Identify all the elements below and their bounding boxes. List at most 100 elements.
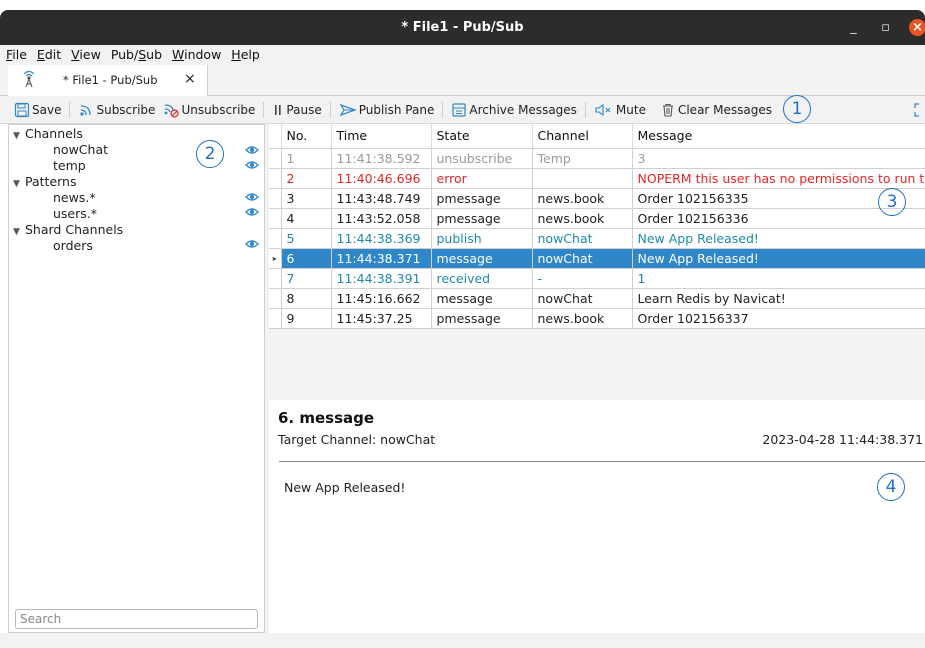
table-row-selected[interactable]: ▸ 6 11:44:38.371 message nowChat New App… <box>269 248 925 269</box>
tree-group-label: Shard Channels <box>25 222 124 237</box>
subscribe-icon <box>80 104 92 116</box>
menu-pubsub[interactable]: Pub/Sub <box>107 45 166 65</box>
column-header-state[interactable]: State <box>431 124 533 149</box>
unsubscribe-label: Unsubscribe <box>181 102 256 117</box>
table-row[interactable]: 3 11:43:48.749 pmessage news.book Order … <box>269 188 925 209</box>
send-icon <box>339 103 357 116</box>
column-header-time[interactable]: Time <box>331 124 432 149</box>
cell-time: 11:43:52.058 <box>331 208 432 229</box>
cell-channel: news.book <box>532 188 633 209</box>
row-marker <box>269 288 282 309</box>
archive-messages-label: Archive Messages <box>469 102 577 117</box>
tree-group-label: Channels <box>25 126 83 141</box>
column-header-message[interactable]: Message <box>632 124 925 149</box>
cell-message: 1 <box>632 268 925 289</box>
row-header-corner <box>269 124 282 149</box>
menu-window[interactable]: Window <box>168 45 225 65</box>
cell-no: 5 <box>281 228 332 249</box>
cell-no: 7 <box>281 268 332 289</box>
tree-item-orders[interactable]: orders <box>9 238 93 254</box>
unsubscribe-button[interactable]: Unsubscribe <box>159 99 259 121</box>
cell-time: 11:44:38.371 <box>331 248 432 269</box>
archive-icon <box>452 102 466 117</box>
maximize-icon[interactable]: ▫ <box>877 19 894 36</box>
document-tab-label: * File1 - Pub/Sub <box>63 73 158 87</box>
table-row[interactable]: 7 11:44:38.391 received - 1 <box>269 268 925 289</box>
menu-view-label: iew <box>79 47 101 62</box>
menu-help[interactable]: Help <box>227 45 264 65</box>
column-header-no[interactable]: No. <box>281 124 332 149</box>
table-row[interactable]: 2 11:40:46.696 error NOPERM this user ha… <box>269 168 925 189</box>
window-titlebar: * File1 - Pub/Sub _ ▫ × <box>0 10 925 45</box>
cell-channel: news.book <box>532 308 633 329</box>
menu-help-mnemonic: H <box>231 47 241 62</box>
cell-channel: nowChat <box>532 248 633 269</box>
clear-messages-button[interactable]: Clear Messages <box>656 99 776 121</box>
cell-time: 11:44:38.369 <box>331 228 432 249</box>
expand-corner-icon[interactable] <box>913 103 923 117</box>
minimize-icon[interactable]: _ <box>845 19 862 36</box>
archive-messages-button[interactable]: Archive Messages <box>447 99 581 121</box>
save-button[interactable]: Save <box>10 99 65 121</box>
menu-file[interactable]: File <box>2 45 31 65</box>
cell-state: received <box>431 268 533 289</box>
eye-icon[interactable] <box>245 190 259 204</box>
cell-no: 4 <box>281 208 332 229</box>
detail-timestamp: 2023-04-28 11:44:38.371 <box>762 432 923 447</box>
messages-table-pane: No. Time State Channel Message 1 11:41:3… <box>269 124 925 396</box>
document-tab[interactable]: * File1 - Pub/Sub × <box>8 65 208 96</box>
cell-channel: Temp <box>532 148 633 169</box>
tree-item-news[interactable]: news.* <box>9 190 96 206</box>
column-header-channel[interactable]: Channel <box>532 124 633 149</box>
callout-badge: 4 <box>877 473 905 501</box>
cell-time: 11:40:46.696 <box>331 168 432 189</box>
table-row[interactable]: 8 11:45:16.662 message nowChat Learn Red… <box>269 288 925 309</box>
callout-badge: 2 <box>196 140 224 168</box>
toolbar-separator <box>442 101 444 118</box>
unsubscribe-icon <box>165 103 180 118</box>
tree-item-temp[interactable]: temp <box>9 158 86 174</box>
row-marker <box>269 188 282 209</box>
toolbar-separator <box>69 101 71 118</box>
menu-view[interactable]: View <box>67 45 105 65</box>
tree-group-channels[interactable]: ▼ Channels <box>9 126 83 142</box>
cell-state: message <box>431 288 533 309</box>
close-icon[interactable]: × <box>909 19 925 36</box>
table-row[interactable]: 1 11:41:38.592 unsubscribe Temp 3 <box>269 148 925 169</box>
table-row[interactable]: 5 11:44:38.369 publish nowChat New App R… <box>269 228 925 249</box>
row-marker <box>269 148 282 169</box>
pause-button[interactable]: Pause <box>268 99 325 121</box>
pause-icon <box>275 104 282 115</box>
subscribe-label: Subscribe <box>96 102 156 117</box>
save-icon <box>14 102 30 117</box>
menu-edit-label: dit <box>44 47 62 62</box>
toolbar-separator <box>584 101 586 118</box>
table-row[interactable]: 9 11:45:37.25 pmessage news.book Order 1… <box>269 308 925 329</box>
tree-group-label: Patterns <box>25 174 77 189</box>
subscribe-button[interactable]: Subscribe <box>74 99 159 121</box>
eye-icon[interactable] <box>245 143 259 157</box>
row-marker <box>269 308 282 329</box>
tab-close-icon[interactable]: × <box>184 71 196 87</box>
cell-no: 3 <box>281 188 332 209</box>
pubsub-antenna-icon <box>23 70 35 88</box>
search-input[interactable] <box>16 610 257 628</box>
row-marker <box>269 168 282 189</box>
eye-icon[interactable] <box>245 158 259 172</box>
tree-group-shard-channels[interactable]: ▼ Shard Channels <box>9 222 123 238</box>
cell-state: pmessage <box>431 188 533 209</box>
menu-edit[interactable]: Edit <box>33 45 65 65</box>
toolbar-separator <box>329 101 331 118</box>
search-field[interactable] <box>15 609 258 629</box>
cell-channel <box>532 168 633 189</box>
eye-icon[interactable] <box>245 237 259 251</box>
eye-icon[interactable] <box>245 205 259 219</box>
publish-pane-label: Publish Pane <box>358 102 435 117</box>
tree-item-nowchat[interactable]: nowChat <box>9 142 108 158</box>
mute-button[interactable]: Mute <box>590 99 650 121</box>
publish-pane-button[interactable]: Publish Pane <box>335 99 439 121</box>
cell-state: pmessage <box>431 308 533 329</box>
tree-item-users[interactable]: users.* <box>9 206 97 222</box>
table-row[interactable]: 4 11:43:52.058 pmessage news.book Order … <box>269 208 925 229</box>
tree-group-patterns[interactable]: ▼ Patterns <box>9 174 76 190</box>
